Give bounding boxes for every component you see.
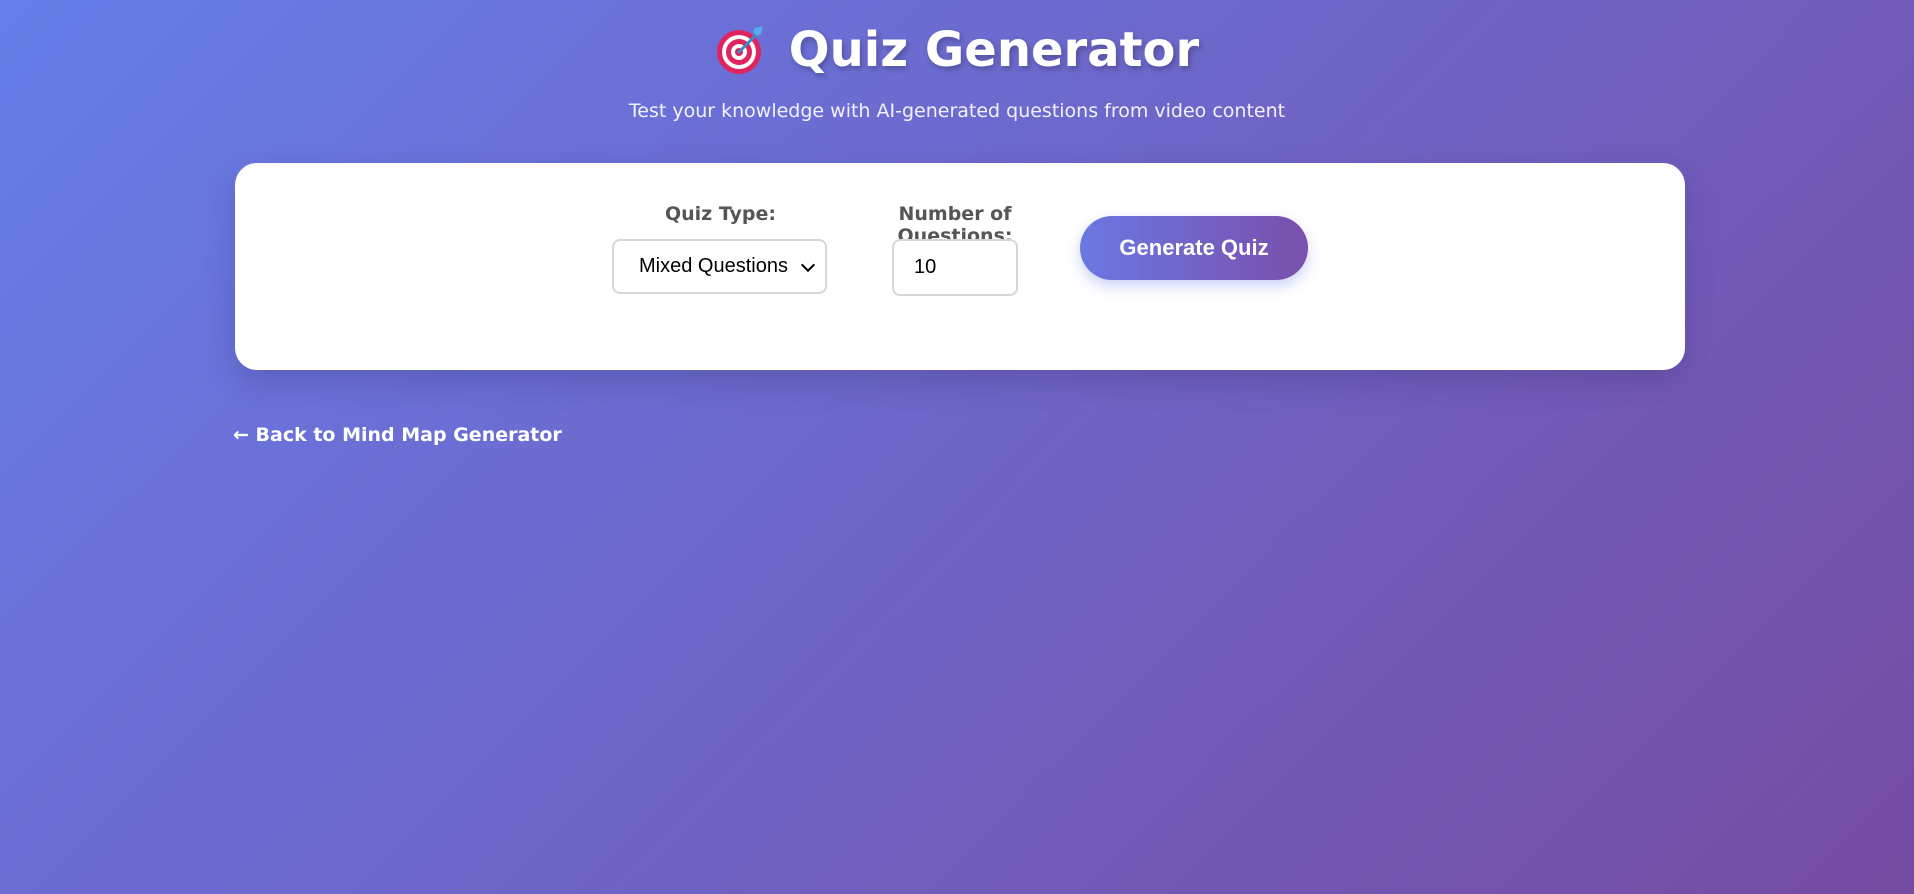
quiz-settings-card: Quiz Type: Mixed Questions Number of Que… [235,163,1685,370]
page-subtitle: Test your knowledge with AI-generated qu… [628,100,1286,122]
num-questions-field: Number of Questions: 10 [855,203,1055,303]
quiz-type-field: Quiz Type: Mixed Questions [612,203,829,303]
target-dart-icon [715,24,767,76]
quiz-controls: Quiz Type: Mixed Questions Number of Que… [235,163,1685,370]
quiz-type-select[interactable]: Mixed Questions [612,239,827,294]
back-to-mind-map-link[interactable]: ← Back to Mind Map Generator [233,424,562,446]
chevron-down-icon [800,257,816,272]
title-row: Quiz Generator [0,22,1914,78]
quiz-type-label: Quiz Type: [664,203,777,225]
page-title: Quiz Generator [788,22,1200,78]
generate-quiz-button[interactable]: Generate Quiz [1080,216,1308,280]
num-questions-value: 10 [914,256,937,278]
quiz-type-selected-value: Mixed Questions [639,255,788,277]
num-questions-input[interactable]: 10 [892,239,1018,296]
